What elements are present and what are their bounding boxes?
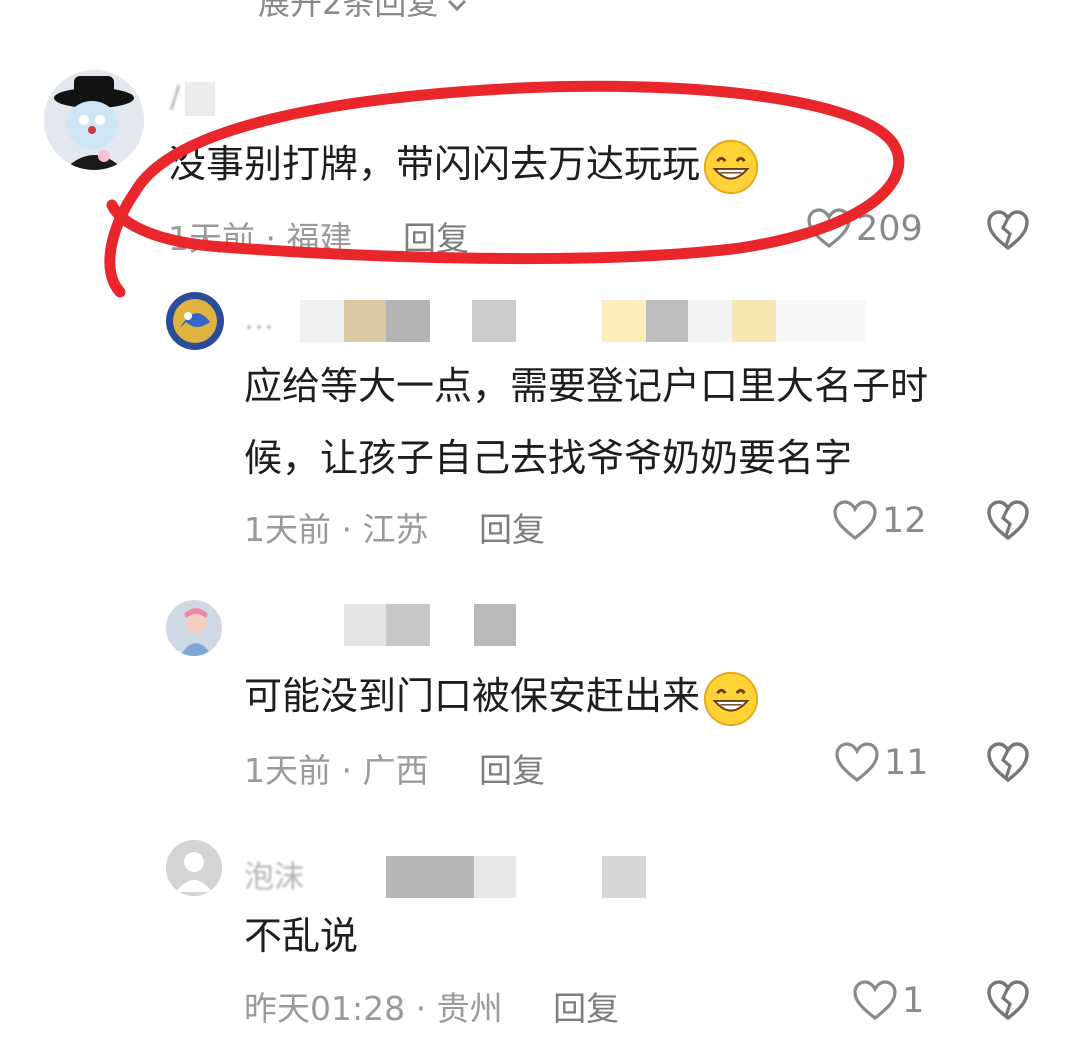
comment-text: 不乱说 xyxy=(244,900,358,972)
username-text: 泡沫 xyxy=(244,860,304,895)
username-text: … xyxy=(244,302,274,337)
dislike-button[interactable] xyxy=(986,500,1030,546)
avatar[interactable] xyxy=(166,292,224,350)
like-count: 11 xyxy=(884,743,929,783)
meta-separator: · xyxy=(341,751,363,790)
like-button[interactable]: 12 xyxy=(832,500,927,542)
like-button[interactable]: 11 xyxy=(834,742,929,784)
username-redacted xyxy=(602,856,646,898)
avatar[interactable] xyxy=(166,840,222,896)
username[interactable]: 泡沫 xyxy=(244,852,304,896)
like-count: 12 xyxy=(882,501,927,541)
username-redacted xyxy=(474,604,516,646)
username-redacted xyxy=(474,856,516,898)
reply-button[interactable]: 回复 xyxy=(553,989,619,1028)
comment-location: 广西 xyxy=(362,751,429,790)
dislike-button[interactable] xyxy=(986,980,1030,1026)
username-redacted xyxy=(732,300,776,342)
username[interactable]: … xyxy=(244,302,274,337)
grinning-face-icon xyxy=(703,671,759,726)
comment-time: 1天前 xyxy=(244,510,331,549)
comment-text-line: 候，让孩子自己去找爷爷奶奶要名字 xyxy=(244,436,853,480)
like-count: 1 xyxy=(902,981,925,1021)
comment-location: 江苏 xyxy=(362,510,429,549)
username-redacted xyxy=(344,300,386,342)
username-redacted xyxy=(386,856,474,898)
comment-time: 1天前 xyxy=(244,751,331,790)
username-redacted xyxy=(386,300,430,342)
username-redacted xyxy=(688,300,732,342)
dislike-button[interactable] xyxy=(986,742,1030,788)
meta-separator: · xyxy=(341,510,363,549)
heart-icon xyxy=(835,742,879,783)
username-redacted xyxy=(300,300,344,342)
reply-button[interactable]: 回复 xyxy=(479,510,545,549)
username-redacted xyxy=(386,604,430,646)
avatar[interactable] xyxy=(166,600,222,656)
reply-button[interactable]: 回复 xyxy=(479,751,545,790)
heart-icon xyxy=(853,980,897,1021)
comment-meta: 1天前 · 广西 回复 xyxy=(244,744,545,792)
username-redacted xyxy=(472,300,516,342)
comment-text: 应给等大一点，需要登记户口里大名子时 候，让孩子自己去找爷爷奶奶要名字 xyxy=(244,350,928,494)
username-redacted xyxy=(646,300,688,342)
comment-text-content: 不乱说 xyxy=(244,914,359,958)
comment-meta: 昨天01:28 · 贵州 回复 xyxy=(244,982,619,1030)
username-redacted xyxy=(344,604,386,646)
username-redacted xyxy=(602,300,646,342)
comment-text-line: 应给等大一点，需要登记户口里大名子时 xyxy=(244,364,929,408)
annotation-circle xyxy=(104,80,905,298)
comment-text-content: 可能没到门口被保安赶出来 xyxy=(244,674,701,718)
comment-time: 昨天01:28 xyxy=(244,989,406,1028)
comment-meta: 1天前 · 江苏 回复 xyxy=(244,503,545,551)
meta-separator: · xyxy=(415,989,437,1028)
heart-icon xyxy=(833,500,877,541)
broken-heart-icon xyxy=(987,742,1029,783)
comment-location: 贵州 xyxy=(436,989,503,1028)
username-redacted xyxy=(776,300,866,342)
broken-heart-icon xyxy=(987,980,1029,1021)
like-button[interactable]: 1 xyxy=(852,980,924,1022)
comment-text: 可能没到门口被保安赶出来 xyxy=(244,660,760,732)
broken-heart-icon xyxy=(987,500,1029,541)
